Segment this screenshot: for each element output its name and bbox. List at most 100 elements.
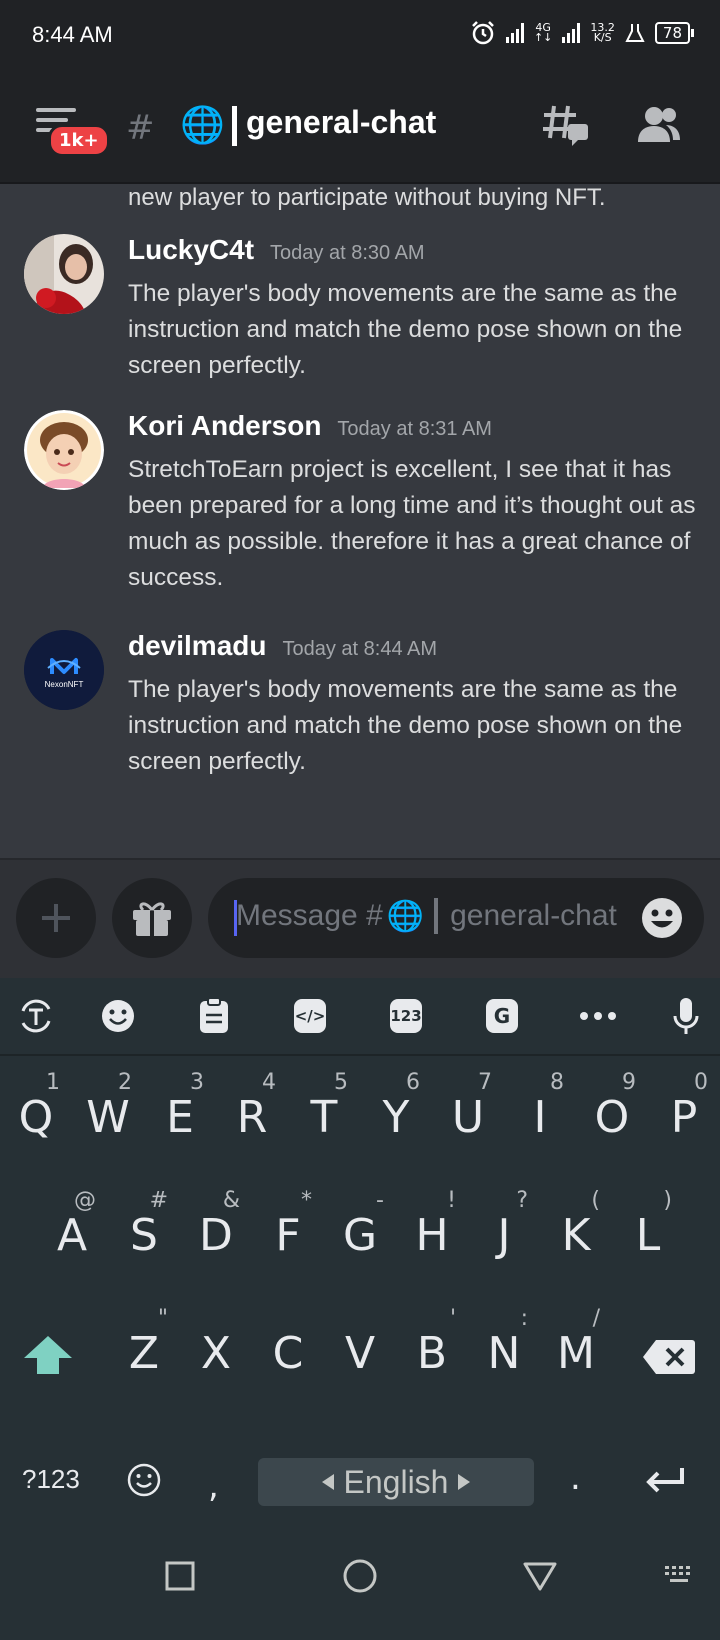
message-composer: Message # 🌐 general-chat: [0, 858, 720, 978]
key-k[interactable]: (K: [540, 1174, 612, 1274]
emoji-icon[interactable]: [98, 996, 138, 1036]
home-circle-icon[interactable]: [340, 1556, 380, 1596]
message-header: Kori Anderson Today at 8:31 AM: [128, 410, 492, 442]
key-t[interactable]: 5T: [288, 1056, 360, 1156]
globe-emoji: 🌐: [180, 105, 225, 146]
key-a[interactable]: @ A: [36, 1174, 108, 1274]
message-text: The player's body movements are the same…: [128, 280, 683, 379]
microphone-icon[interactable]: [666, 996, 706, 1036]
language-right-icon: [458, 1474, 471, 1490]
channel-header: 1k+ # 🌐 general-chat: [0, 74, 720, 184]
alarm-icon: [472, 21, 494, 45]
gift-icon: [133, 902, 171, 936]
key-j[interactable]: ? J: [468, 1174, 540, 1274]
shift-arrow-icon: [24, 1336, 72, 1374]
space-key[interactable]: English: [258, 1458, 534, 1506]
avatar[interactable]: [24, 410, 104, 490]
recents-square-icon[interactable]: [160, 1556, 200, 1596]
key-y[interactable]: 6Y: [360, 1056, 432, 1156]
add-attachment-button[interactable]: [16, 878, 96, 958]
plus-icon: [42, 904, 70, 932]
key-v[interactable]: V: [324, 1292, 396, 1392]
network-speed: 13.2 K/S: [590, 21, 615, 44]
backspace-key[interactable]: [642, 1338, 696, 1376]
locked-channel-icon: #: [126, 108, 155, 148]
clipboard-icon[interactable]: [194, 996, 234, 1036]
shift-key[interactable]: [22, 1334, 74, 1376]
message-header: devilmadu Today at 8:44 AM: [128, 630, 437, 662]
period-key[interactable]: .: [570, 1458, 581, 1498]
key-w[interactable]: 2W: [72, 1056, 144, 1156]
text-editing-icon[interactable]: </>: [290, 996, 330, 1036]
message-timestamp: Today at 8:30 AM: [270, 242, 425, 264]
enter-arrow-icon: [646, 1468, 684, 1493]
avatar[interactable]: [24, 234, 104, 314]
key-i[interactable]: 8I: [504, 1056, 576, 1156]
message-text: The player's body movements are the same…: [128, 676, 683, 775]
language-left-icon: [321, 1474, 334, 1490]
gif-sticker-icon[interactable]: G: [482, 996, 522, 1036]
title-divider: [232, 106, 237, 146]
message-placeholder: Message # 🌐 general-chat: [236, 898, 617, 934]
system-nav-bar: [0, 1520, 720, 1640]
author-name[interactable]: devilmadu: [128, 630, 266, 662]
key-o[interactable]: 9O: [576, 1056, 648, 1156]
partial-message-text: new player to participate without buying…: [128, 184, 606, 211]
message-input[interactable]: Message # 🌐 general-chat: [208, 878, 704, 958]
battery-indicator: 78: [654, 22, 695, 44]
message-list[interactable]: new player to participate without buying…: [0, 184, 720, 858]
numpad-button[interactable]: 123: [386, 996, 426, 1036]
gift-button[interactable]: [112, 878, 192, 958]
back-triangle-icon[interactable]: [520, 1556, 560, 1596]
key-z[interactable]: " Z: [108, 1292, 180, 1392]
enter-key[interactable]: [644, 1466, 686, 1496]
key-l[interactable]: ) L: [612, 1174, 684, 1274]
keyboard-toolbar: </> 123 G: [0, 978, 720, 1056]
status-bar: 8:44 AM 4G ↑↓ 13.2 K/S 78: [0, 0, 720, 74]
comma-key[interactable]: ,: [208, 1466, 219, 1506]
key-m[interactable]: / M: [540, 1292, 612, 1392]
key-h[interactable]: ! H: [396, 1174, 468, 1274]
network-type: 4G ↑↓: [533, 21, 553, 44]
key-g[interactable]: -G: [324, 1174, 396, 1274]
key-d[interactable]: & D: [180, 1174, 252, 1274]
key-u[interactable]: 7U: [432, 1056, 504, 1156]
message-timestamp: Today at 8:44 AM: [282, 638, 438, 660]
avatar-label: NexonNFT: [44, 680, 84, 689]
avatar[interactable]: NexonNFT: [24, 630, 104, 710]
keyboard-switch-icon[interactable]: [664, 1564, 696, 1586]
key-q[interactable]: 1Q: [0, 1056, 72, 1156]
translate-icon[interactable]: [16, 996, 56, 1036]
status-time: 8:44 AM: [32, 22, 113, 47]
key-r[interactable]: 4R: [216, 1056, 288, 1156]
lab-flask-icon: [625, 24, 645, 42]
message-header: LuckyC4t Today at 8:30 AM: [128, 234, 425, 266]
key-s[interactable]: # S: [108, 1174, 180, 1274]
smiley-icon: [127, 1463, 161, 1497]
members-icon[interactable]: [636, 104, 682, 144]
key-n[interactable]: :N: [468, 1292, 540, 1392]
message-timestamp: Today at 8:31 AM: [337, 418, 492, 440]
author-name[interactable]: LuckyC4t: [128, 234, 254, 266]
key-b[interactable]: ' B: [396, 1292, 468, 1392]
backspace-icon: [643, 1340, 695, 1374]
key-f[interactable]: * F: [252, 1174, 324, 1274]
space-key-label: English: [343, 1463, 449, 1500]
symbols-key[interactable]: ?123: [22, 1464, 80, 1495]
status-icons: 4G ↑↓ 13.2 K/S 78: [470, 20, 695, 46]
channel-title[interactable]: general-chat: [246, 104, 436, 141]
key-p[interactable]: 0P: [648, 1056, 720, 1156]
notification-badge: 1k+: [48, 124, 110, 157]
emoji-key[interactable]: [126, 1462, 162, 1498]
threads-icon[interactable]: [542, 102, 590, 148]
signal-strength-icon-2: [562, 23, 581, 43]
key-x[interactable]: X: [180, 1292, 252, 1392]
key-e[interactable]: 3E: [144, 1056, 216, 1156]
message-text: StretchToEarn project is excellent, I se…: [128, 456, 696, 591]
key-c[interactable]: C: [252, 1292, 324, 1392]
signal-strength-icon: [505, 23, 524, 43]
globe-emoji: 🌐: [386, 899, 425, 933]
emoji-picker-icon[interactable]: [640, 896, 684, 940]
more-options-icon[interactable]: [578, 996, 618, 1036]
author-name[interactable]: Kori Anderson: [128, 410, 321, 442]
